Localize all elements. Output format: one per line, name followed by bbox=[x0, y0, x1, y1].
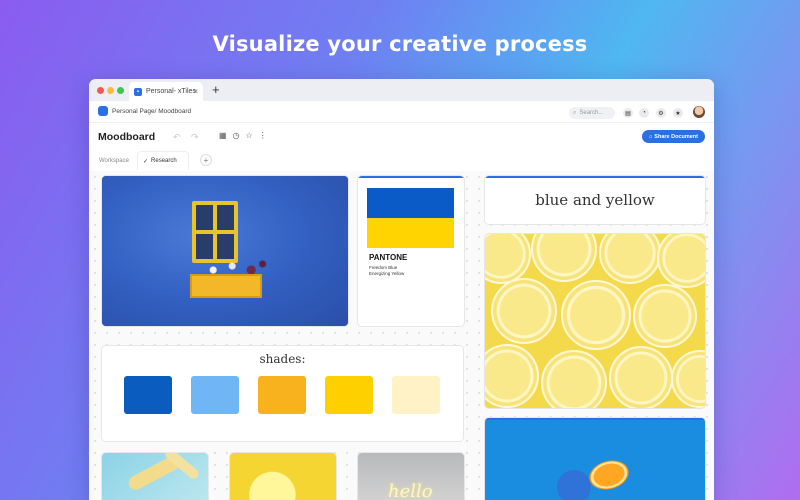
orange-slice bbox=[586, 456, 632, 494]
lemon-slice bbox=[671, 350, 705, 408]
layout-icon[interactable]: ▦ bbox=[219, 131, 227, 140]
close-tab-icon[interactable]: × bbox=[193, 87, 198, 96]
neon-sign-photo[interactable]: hello bbox=[358, 453, 464, 500]
new-tab-button[interactable]: + bbox=[212, 82, 220, 97]
window-pane bbox=[196, 205, 213, 230]
lemon-slices-photo[interactable] bbox=[485, 234, 705, 408]
xtiles-favicon-icon: ▪ bbox=[134, 87, 142, 96]
lemon-slice bbox=[485, 234, 531, 284]
tab-research-label: Research bbox=[151, 158, 177, 164]
window-pane bbox=[196, 234, 213, 259]
workspace-tabs: Workspace ✓ Research + bbox=[89, 151, 714, 171]
notifications-bell-icon[interactable]: ◔ bbox=[639, 108, 649, 118]
more-options-icon[interactable]: ⋮ bbox=[259, 131, 267, 140]
star-icon[interactable]: ★ bbox=[673, 108, 683, 118]
tab-title: Personal- xTiles bbox=[146, 88, 196, 95]
lemon-slice bbox=[491, 278, 557, 344]
yellow-objects-photo[interactable] bbox=[102, 453, 208, 500]
minimize-window-icon[interactable] bbox=[107, 87, 114, 94]
calendar-icon[interactable]: ▤ bbox=[623, 108, 633, 118]
document-actions: ▦ ◷ ☆ ⋮ bbox=[219, 131, 267, 140]
lemon-slice bbox=[541, 350, 607, 408]
yellow-texture-photo[interactable] bbox=[230, 453, 336, 500]
swatch-blue bbox=[367, 188, 454, 218]
title-card[interactable]: blue and yellow bbox=[485, 176, 705, 224]
document-toolbar: Moodboard ↶ ↷ ▦ ◷ ☆ ⋮ ⌂ Share Document bbox=[89, 123, 714, 151]
tab-research[interactable]: ✓ Research bbox=[137, 151, 189, 170]
search-input[interactable]: ⌕ Search... bbox=[569, 107, 615, 119]
yellow-window-frame bbox=[192, 201, 238, 263]
pantone-brand: PANTONE bbox=[369, 253, 408, 262]
card-accent-bar bbox=[358, 176, 464, 178]
workspace-icon[interactable] bbox=[98, 106, 108, 116]
card-accent-bar bbox=[485, 418, 705, 420]
shades-card[interactable]: shades: bbox=[102, 346, 463, 441]
browser-tab-bar: ▪ Personal- xTiles × + bbox=[89, 79, 714, 101]
search-placeholder: Search... bbox=[579, 110, 604, 116]
orange-on-blue-photo[interactable] bbox=[485, 418, 705, 500]
lemon-slice bbox=[561, 280, 631, 350]
shades-title: shades: bbox=[259, 352, 306, 366]
share-document-button[interactable]: ⌂ Share Document bbox=[642, 130, 705, 143]
browser-tab[interactable]: ▪ Personal- xTiles × bbox=[129, 82, 203, 101]
breadcrumb[interactable]: Personal Page/ Moodboard bbox=[112, 108, 191, 115]
lemon-slice bbox=[531, 234, 597, 282]
share-lock-icon: ⌂ bbox=[648, 133, 653, 140]
app-header: Personal Page/ Moodboard ⌕ Search... ▤ ◔… bbox=[89, 101, 714, 123]
add-tab-button[interactable]: + bbox=[200, 154, 212, 166]
settings-icon[interactable]: ⚙ bbox=[656, 108, 666, 118]
lemon-slice bbox=[657, 234, 705, 288]
card-accent-bar bbox=[485, 176, 705, 178]
document-title[interactable]: Moodboard bbox=[98, 131, 155, 143]
flower-box bbox=[190, 274, 262, 298]
swatch-yellow bbox=[367, 218, 454, 248]
app-window: ▪ Personal- xTiles × + Personal Page/ Mo… bbox=[89, 79, 714, 500]
maximize-window-icon[interactable] bbox=[117, 87, 124, 94]
lemon-slice bbox=[599, 234, 661, 284]
neon-text: hello bbox=[388, 481, 433, 500]
pantone-color-1: Freedom Blue bbox=[369, 265, 398, 270]
lemon-slice bbox=[633, 284, 697, 348]
undo-icon[interactable]: ↶ bbox=[173, 132, 181, 143]
user-avatar[interactable] bbox=[693, 106, 705, 118]
lemon-slice bbox=[485, 344, 539, 408]
close-window-icon[interactable] bbox=[97, 87, 104, 94]
blue-fruit bbox=[557, 470, 591, 500]
moodboard-canvas: PANTONE Freedom Blue Energizing Yellow b… bbox=[89, 171, 714, 500]
shade-swatch-3[interactable] bbox=[258, 376, 306, 414]
window-pane bbox=[217, 234, 234, 259]
shade-swatch-1[interactable] bbox=[124, 376, 172, 414]
lemon-slice bbox=[609, 346, 673, 408]
shade-swatch-2[interactable] bbox=[191, 376, 239, 414]
favorite-star-icon[interactable]: ☆ bbox=[246, 131, 253, 140]
redo-icon[interactable]: ↷ bbox=[191, 132, 199, 143]
pantone-card[interactable]: PANTONE Freedom Blue Energizing Yellow bbox=[358, 176, 464, 326]
tab-workspace[interactable]: Workspace bbox=[99, 158, 129, 164]
shade-swatch-4[interactable] bbox=[325, 376, 373, 414]
pantone-color-2: Energizing Yellow bbox=[369, 271, 405, 276]
window-pane bbox=[217, 205, 234, 230]
title-card-text: blue and yellow bbox=[535, 191, 655, 209]
shade-swatch-5[interactable] bbox=[392, 376, 440, 414]
comment-icon[interactable]: ◷ bbox=[233, 131, 240, 140]
blue-wall-window-photo[interactable] bbox=[102, 176, 348, 326]
marketing-headline: Visualize your creative process bbox=[212, 32, 588, 56]
check-icon: ✓ bbox=[143, 158, 149, 165]
search-icon: ⌕ bbox=[573, 109, 577, 116]
share-label: Share Document bbox=[654, 133, 699, 140]
pantone-swatch bbox=[367, 188, 454, 248]
